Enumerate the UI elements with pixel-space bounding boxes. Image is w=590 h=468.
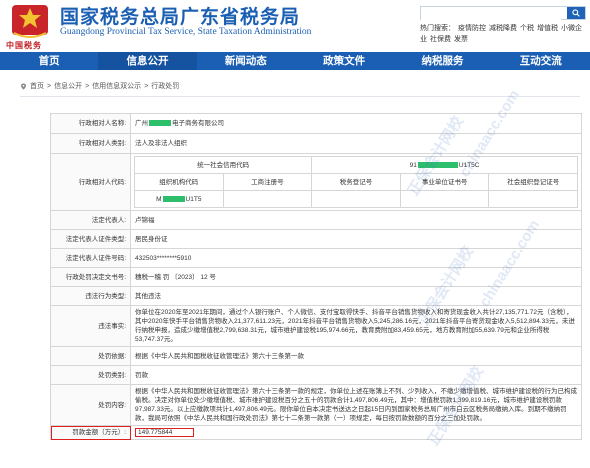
value-basis: 根据《中华人民共和国税收征收管理法》第六十三条第一款	[130, 346, 582, 366]
tax-emblem-icon[interactable]	[8, 3, 52, 41]
table-row: 行政相对人代码: 统一社会信用代码 91 U1T5C 组织机构代码 工商注册号 税…	[50, 153, 582, 211]
nav-news[interactable]: 新闻动态	[197, 52, 295, 70]
site-title[interactable]: 国家税务总局广东省税务局	[60, 2, 300, 29]
table-row: 处罚类别: 罚款	[50, 365, 582, 385]
code-header: 工商注册号	[222, 173, 313, 191]
code-header: 事业单位证书号	[399, 173, 490, 191]
label-violation-type: 违法行为类型:	[50, 286, 131, 306]
breadcrumb-separator: >	[85, 82, 90, 90]
value-violation-type: 其他违法	[130, 286, 582, 306]
label-id-type: 法定代表人证件类型:	[50, 229, 131, 249]
counterparty-prefix: 广州	[135, 120, 148, 127]
org-code-value: M U1T5	[134, 190, 224, 208]
table-row: 统一社会信用代码 91 U1T5C	[133, 156, 578, 174]
penalty-detail-table: 行政相对人名称: 广州 电子商务有限公司 行政相对人类别: 法人及非法人组织 行政…	[50, 113, 582, 440]
code-cell-empty	[222, 190, 313, 208]
breadcrumb-separator: >	[144, 82, 149, 90]
location-icon	[21, 83, 26, 90]
value-legal-rep: 卢锦福	[130, 210, 582, 230]
hotword-label: 热门搜索：	[420, 25, 455, 32]
breadcrumb-divider	[20, 96, 580, 97]
table-row: 罚款金额（万元）: 149.775844	[50, 425, 582, 440]
usc-prefix: 91	[409, 161, 417, 169]
search-box	[420, 6, 586, 25]
hotword-link[interactable]: 发票	[454, 36, 468, 43]
redaction-mark	[162, 195, 185, 202]
label-code: 行政相对人代码:	[50, 153, 131, 211]
code-header: 组织机构代码	[134, 173, 224, 191]
table-row: 违法事实: 你单位在2020年至2021年期间，通过个人银行账户、个人微信、支付…	[50, 305, 582, 347]
value-amount-cell: 149.775844	[130, 425, 582, 440]
usc-value: 91 U1T5C	[311, 156, 578, 174]
value-code: 统一社会信用代码 91 U1T5C 组织机构代码 工商注册号 税务登记号 事业单位…	[130, 153, 582, 211]
hotword-link[interactable]: 个税	[520, 25, 534, 32]
hotword-link[interactable]: 疫情防控	[458, 25, 486, 32]
table-row: 行政相对人类别: 法人及非法人组织	[50, 133, 582, 154]
code-header: 社会组织登记证号	[488, 173, 578, 191]
nav-info-disclosure[interactable]: 信息公开	[98, 52, 197, 70]
table-row: 处罚内容: 根据《中华人民共和国税收征收管理法》第六十三条第一款的规定，你单位上…	[50, 384, 582, 426]
org-suffix: U1T5	[185, 195, 202, 203]
label-legal-rep: 法定代表人:	[50, 210, 131, 230]
code-header: 税务登记号	[311, 173, 401, 191]
org-prefix: M	[156, 195, 162, 203]
usc-label: 统一社会信用代码	[133, 156, 313, 174]
value-counterparty: 广州 电子商务有限公司	[130, 113, 582, 134]
value-penalty-category: 罚款	[130, 365, 582, 385]
nav-interaction[interactable]: 互动交流	[492, 52, 590, 70]
breadcrumb-home[interactable]: 首页	[30, 81, 44, 91]
table-row: 违法行为类型: 其他违法	[50, 286, 582, 306]
table-row: M U1T5	[134, 190, 578, 208]
label-amount: 罚款金额（万元）:	[50, 425, 131, 440]
search-button[interactable]	[567, 7, 585, 19]
table-row: 法定代表人证件号码: 432503********5910	[50, 248, 582, 268]
redaction-mark	[149, 120, 171, 127]
value-id-no: 432503********5910	[130, 248, 582, 268]
breadcrumb-penalty[interactable]: 行政处罚	[151, 81, 179, 91]
site-title-en: Guangdong Provincial Tax Service, State …	[60, 27, 312, 37]
label-category: 行政相对人类别:	[50, 133, 131, 154]
label-doc-no: 行政处罚决定文书号:	[50, 267, 131, 287]
label-id-no: 法定代表人证件号码:	[50, 248, 131, 268]
label-penalty-category: 处罚类别:	[50, 365, 131, 385]
table-row: 组织机构代码 工商注册号 税务登记号 事业单位证书号 社会组织登记证号	[134, 173, 578, 191]
counterparty-suffix: 电子商务有限公司	[172, 120, 224, 127]
value-category: 法人及非法人组织	[130, 133, 582, 154]
hotword-link[interactable]: 增值税	[537, 25, 558, 32]
nav-tax-service[interactable]: 纳税服务	[393, 52, 491, 70]
table-row: 行政处罚决定文书号: 穗税一稽 罚 〔2023〕 12 号	[50, 267, 582, 287]
main-nav: 首页 信息公开 新闻动态 政策文件 纳税服务 互动交流	[0, 52, 590, 70]
label-content: 处罚内容:	[50, 384, 131, 426]
value-violation-facts: 你单位在2020年至2021年期间，通过个人银行账户、个人微信、支付宝取得快手、…	[130, 305, 582, 347]
value-doc-no: 穗税一稽 罚 〔2023〕 12 号	[130, 267, 582, 287]
code-subtable: 统一社会信用代码 91 U1T5C 组织机构代码 工商注册号 税务登记号 事业单位…	[133, 156, 578, 208]
table-row: 行政相对人名称: 广州 电子商务有限公司	[50, 113, 582, 134]
code-cell-empty	[488, 190, 578, 208]
usc-suffix: U1T5C	[458, 161, 480, 169]
nav-policy[interactable]: 政策文件	[295, 52, 393, 70]
code-cell-empty	[399, 190, 490, 208]
value-content: 根据《中华人民共和国税收征收管理法》第六十三条第一款的规定，你单位上述在账簿上不…	[130, 384, 582, 426]
value-id-type: 居民身份证	[130, 229, 582, 249]
breadcrumb-info-disclosure[interactable]: 信息公开	[54, 81, 82, 91]
hotword-link[interactable]: 减税降费	[489, 25, 517, 32]
value-amount: 149.775844	[135, 428, 195, 437]
hotword-link[interactable]: 社保费	[430, 36, 451, 43]
label-basis: 处罚依据:	[50, 346, 131, 366]
breadcrumb-credit-info[interactable]: 信用信息双公示	[92, 81, 141, 91]
redaction-mark	[417, 161, 458, 168]
search-icon	[572, 9, 580, 17]
nav-home[interactable]: 首页	[0, 52, 98, 70]
breadcrumb-separator: >	[47, 82, 52, 90]
table-row: 法定代表人: 卢锦福	[50, 210, 582, 230]
site-header: 中国税务 国家税务总局广东省税务局 Guangdong Provincial T…	[0, 0, 590, 52]
code-cell-empty	[311, 190, 401, 208]
label-counterparty: 行政相对人名称:	[50, 113, 131, 134]
hot-search-words: 热门搜索： 疫情防控 减税降费 个税 增值税 小微企业 社保费 发票	[420, 23, 588, 45]
table-row: 处罚依据: 根据《中华人民共和国税收征收管理法》第六十三条第一款	[50, 346, 582, 366]
breadcrumb: 首页 > 信息公开 > 信用信息双公示 > 行政处罚	[20, 81, 179, 91]
china-tax-logo-text: 中国税务	[6, 40, 42, 50]
table-row: 法定代表人证件类型: 居民身份证	[50, 229, 582, 249]
label-violation-facts: 违法事实:	[50, 305, 131, 347]
